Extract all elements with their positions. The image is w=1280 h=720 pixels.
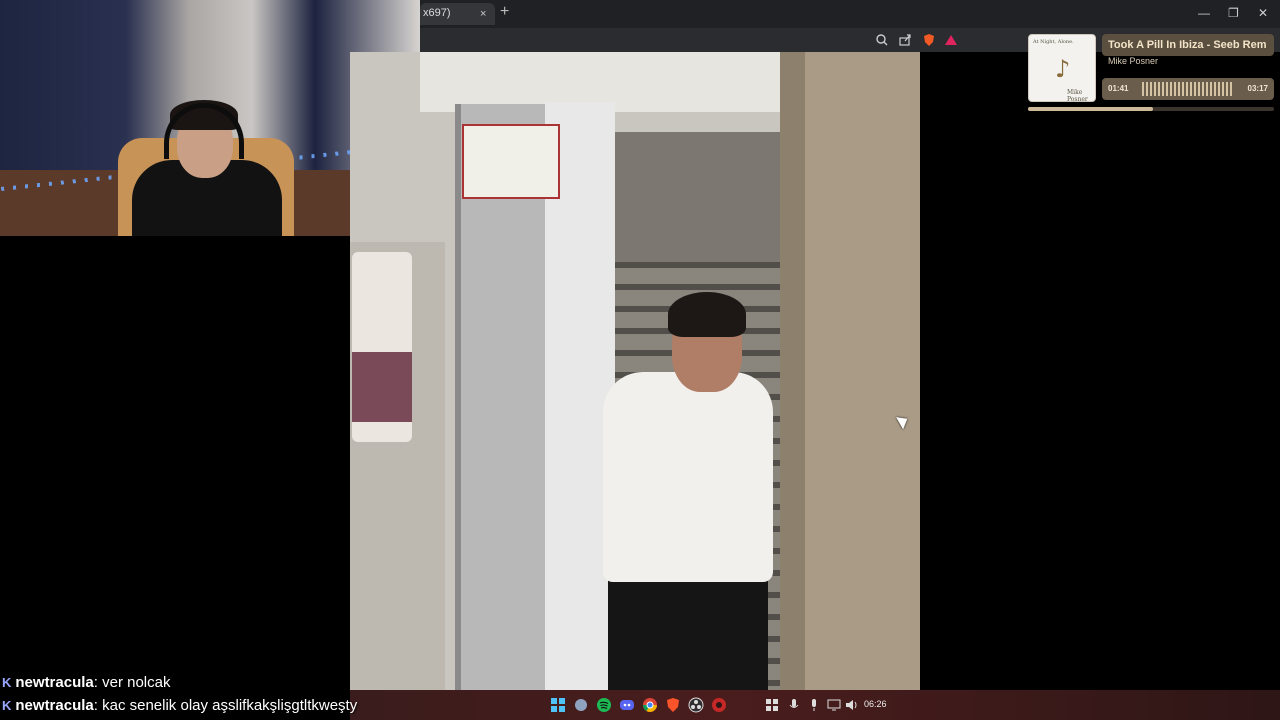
close-tab-icon[interactable]: × <box>480 8 486 20</box>
player-bar: 01:41 03:17 <box>1102 78 1274 100</box>
chat-text: kac senelik olay aşslifkakşlişgtltkweşty <box>102 697 358 714</box>
chat-badge-icon: K <box>2 698 12 713</box>
close-window-button[interactable]: ✕ <box>1258 6 1268 20</box>
video-person-hair <box>668 292 746 337</box>
track-artist: Mike Posner <box>1108 56 1159 66</box>
display-icon[interactable] <box>826 697 842 713</box>
mic-icon[interactable] <box>786 697 802 713</box>
video-player[interactable] <box>350 52 920 690</box>
obs-icon[interactable] <box>688 697 704 713</box>
chat-message: Knewtracula: kac senelik olay aşslifkakş… <box>2 697 358 714</box>
windows-taskbar: 06:26 <box>350 690 1280 720</box>
taskbar-clock[interactable]: 06:26 <box>864 699 887 709</box>
brave-icon[interactable] <box>665 697 681 713</box>
app-grid-icon[interactable] <box>764 697 780 713</box>
volume-icon[interactable] <box>844 697 860 713</box>
album-art-title: At Night, Alone. <box>1033 39 1074 45</box>
restore-button[interactable]: ❐ <box>1228 6 1239 20</box>
zoom-icon[interactable] <box>875 33 889 47</box>
track-duration: 03:17 <box>1247 84 1268 93</box>
tab-title: x697) <box>423 7 451 19</box>
brave-shield-icon[interactable] <box>922 33 936 47</box>
spotify-icon[interactable] <box>596 697 612 713</box>
video-cardboard <box>805 52 920 690</box>
minimize-button[interactable]: — <box>1198 6 1210 20</box>
elapsed-time: 01:41 <box>1108 84 1129 93</box>
discord-icon[interactable] <box>619 697 635 713</box>
share-icon[interactable] <box>898 33 912 47</box>
album-art-signature: Mike Posner <box>1067 89 1088 103</box>
app-icon[interactable] <box>711 697 727 713</box>
chrome-icon[interactable] <box>642 697 658 713</box>
track-title: Took A Pill In Ibiza - Seeb Rem <box>1102 34 1274 56</box>
chat-message: Knewtracula: ver nolcak <box>2 674 171 691</box>
chat-text: ver nolcak <box>102 674 171 691</box>
chat-username: newtracula <box>15 674 94 691</box>
brave-rewards-icon[interactable] <box>944 33 958 47</box>
now-playing-widget: At Night, Alone. ♪ Mike Posner Took A Pi… <box>1026 34 1274 112</box>
track-progress <box>1028 107 1274 111</box>
album-art-glyph: ♪ <box>1055 55 1071 83</box>
album-art: At Night, Alone. ♪ Mike Posner <box>1028 34 1096 103</box>
video-bag-band <box>352 352 412 422</box>
windows-start-icon[interactable] <box>550 697 566 713</box>
video-fridge-sticker <box>462 124 560 199</box>
network-app-icon[interactable] <box>573 697 589 713</box>
browser-tab[interactable]: x697) × <box>420 3 495 25</box>
chat-username: newtracula <box>15 697 94 714</box>
video-person-pants <box>608 572 768 690</box>
microphone-icon[interactable] <box>806 697 822 713</box>
waveform-icon <box>1142 82 1234 96</box>
track-progress-fill <box>1028 107 1154 111</box>
chat-badge-icon: K <box>2 675 12 690</box>
new-tab-button[interactable]: + <box>500 4 509 20</box>
video-person-shirt <box>603 372 773 582</box>
browser-tab-bar: x697) × + — ❐ ✕ <box>420 0 1280 28</box>
